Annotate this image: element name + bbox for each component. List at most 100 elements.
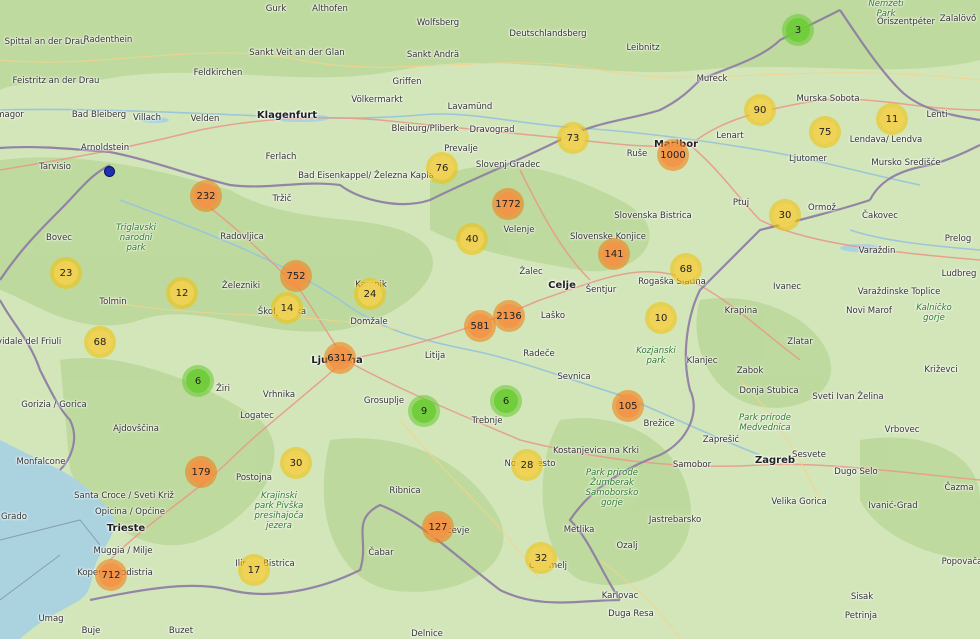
place-label-umag: Umag	[38, 614, 64, 624]
marker-cluster[interactable]: 11	[876, 103, 908, 135]
place-label-sankt-veit: Sankt Veit an der Glan	[249, 48, 345, 58]
place-label-monfalcone: Monfalcone	[16, 457, 66, 467]
place-label-cakovec: Čakovec	[862, 211, 898, 221]
marker-cluster[interactable]: 17	[238, 554, 270, 586]
cluster-count: 3	[786, 18, 810, 42]
marker-cluster[interactable]: 40	[456, 223, 488, 255]
marker-cluster[interactable]: 14	[271, 292, 303, 324]
place-label-zumberak: Park prirode Žumberak Samoborsko gorje	[585, 468, 639, 508]
marker-cluster[interactable]: 6317	[324, 342, 356, 374]
marker-cluster[interactable]: 10	[645, 302, 677, 334]
place-label-bad-bleiberg: Bad Bleiberg	[71, 110, 127, 120]
place-label-sankt-andra: Sankt Andrä	[406, 50, 460, 60]
marker-cluster[interactable]: 6	[182, 365, 214, 397]
marker-cluster[interactable]: 3	[782, 14, 814, 46]
place-label-radenthein: Radenthein	[83, 35, 133, 45]
place-label-lenart: Lenart	[716, 131, 744, 141]
place-label-park-medvednica: Park prirode Medvednica	[738, 413, 792, 433]
marker-cluster[interactable]: 90	[744, 94, 776, 126]
place-label-griffen: Griffen	[392, 77, 422, 87]
map-viewport[interactable]: Gurk Althofen Wolfsberg Deutschlandsberg Nem…	[0, 0, 980, 639]
marker-cluster[interactable]: 232	[190, 180, 222, 212]
cluster-count: 2136	[496, 304, 522, 328]
place-label-buje: Buje	[81, 626, 101, 636]
cluster-count: 712	[99, 563, 123, 587]
place-label-lendava: Lendava/ Lendva	[849, 135, 923, 145]
place-label-postojna: Postojna	[236, 473, 272, 483]
cluster-count: 90	[748, 98, 772, 122]
place-label-prelog: Prelog	[944, 234, 972, 244]
marker-cluster[interactable]: 6	[490, 385, 522, 417]
place-label-krizevci: Križevci	[924, 365, 958, 375]
marker-cluster[interactable]: 2136	[493, 300, 525, 332]
place-label-velenje: Velenje	[503, 225, 535, 235]
cluster-count: 9	[412, 399, 436, 423]
cluster-count: 141	[602, 242, 626, 266]
marker-cluster[interactable]: 30	[769, 199, 801, 231]
place-label-ribnica: Ribnica	[389, 486, 421, 496]
marker-cluster[interactable]: 68	[670, 253, 702, 285]
place-label-lenti: Lenti	[926, 110, 948, 120]
place-label-sisak: Sisak	[850, 592, 874, 602]
place-label-spittal: Spittal an der Drau	[4, 37, 86, 47]
place-label-klagenfurt: Klagenfurt	[256, 110, 318, 121]
marker-cluster[interactable]: 712	[95, 559, 127, 591]
place-label-gorizia: Gorizia / Gorica	[21, 400, 87, 410]
marker-cluster[interactable]: 68	[84, 326, 116, 358]
marker-cluster[interactable]: 127	[422, 511, 454, 543]
place-label-klanjec: Klanjec	[686, 356, 718, 366]
marker-cluster[interactable]: 752	[280, 260, 312, 292]
place-label-ivanic-grad: Ivanić-Grad	[868, 501, 918, 511]
place-label-ptuj: Ptuj	[732, 198, 750, 208]
place-label-zapresic: Zaprešić	[702, 435, 740, 445]
marker-cluster[interactable]: 141	[598, 238, 630, 270]
marker-cluster[interactable]: 75	[809, 116, 841, 148]
marker-cluster[interactable]: 76	[426, 152, 458, 184]
marker-cluster[interactable]: 1000	[657, 139, 689, 171]
place-label-karlovac: Karlovac	[601, 591, 639, 601]
marker-cluster[interactable]: 179	[185, 456, 217, 488]
place-label-sevnica: Sevnica	[557, 372, 591, 382]
marker-cluster[interactable]: 24	[354, 278, 386, 310]
place-label-murska-sobota: Murska Sobota	[796, 94, 860, 104]
cluster-count: 752	[284, 264, 308, 288]
place-label-arnoldstein: Arnoldstein	[80, 143, 130, 153]
place-label-cazma: Čazma	[944, 483, 974, 493]
marker-cluster[interactable]: 73	[557, 122, 589, 154]
cluster-count: 581	[468, 314, 492, 338]
marker-cluster[interactable]: 105	[612, 390, 644, 422]
place-label-zelezniki: Železniki	[221, 281, 261, 291]
place-label-krajinski: Krajinski park Pivška presihajoča jezera	[254, 491, 304, 531]
cluster-count: 179	[189, 460, 213, 484]
marker-cluster[interactable]: 32	[525, 542, 557, 574]
cluster-count: 6317	[327, 346, 353, 370]
place-label-kalnicko: Kalničko gorje	[916, 303, 952, 323]
place-label-vrhnika: Vrhnika	[262, 390, 296, 400]
location-marker[interactable]	[104, 166, 115, 177]
place-label-zalalovo: Zalalövő	[939, 14, 977, 24]
cluster-count: 127	[426, 515, 450, 539]
cluster-count: 12	[170, 281, 194, 305]
cluster-count: 17	[242, 558, 266, 582]
place-label-varazdinske: Varaždinske Toplice	[857, 287, 941, 297]
place-label-buzet: Buzet	[168, 626, 194, 636]
place-label-wolfsberg: Wolfsberg	[416, 18, 460, 28]
marker-cluster[interactable]: 28	[511, 449, 543, 481]
place-label-opicina: Opicina / Općine	[94, 507, 166, 517]
place-label-bovec: Bovec	[46, 233, 72, 243]
place-label-villach: Villach	[133, 113, 161, 123]
marker-cluster[interactable]: 23	[50, 257, 82, 289]
cluster-count: 1772	[495, 192, 521, 216]
marker-cluster[interactable]: 30	[280, 447, 312, 479]
place-label-vrbovec: Vrbovec	[884, 425, 920, 435]
marker-cluster[interactable]: 12	[166, 277, 198, 309]
marker-cluster[interactable]: 1772	[492, 188, 524, 220]
place-label-trebnje: Trebnje	[471, 416, 503, 426]
place-label-magor: magor	[0, 110, 24, 120]
place-label-oriszentpeter: Őriszentpéter	[876, 17, 936, 27]
marker-cluster[interactable]: 9	[408, 395, 440, 427]
place-label-celje: Celje	[548, 280, 576, 291]
place-label-ormoz: Ormož	[808, 203, 836, 213]
cluster-count: 24	[358, 282, 382, 306]
marker-cluster[interactable]: 581	[464, 310, 496, 342]
